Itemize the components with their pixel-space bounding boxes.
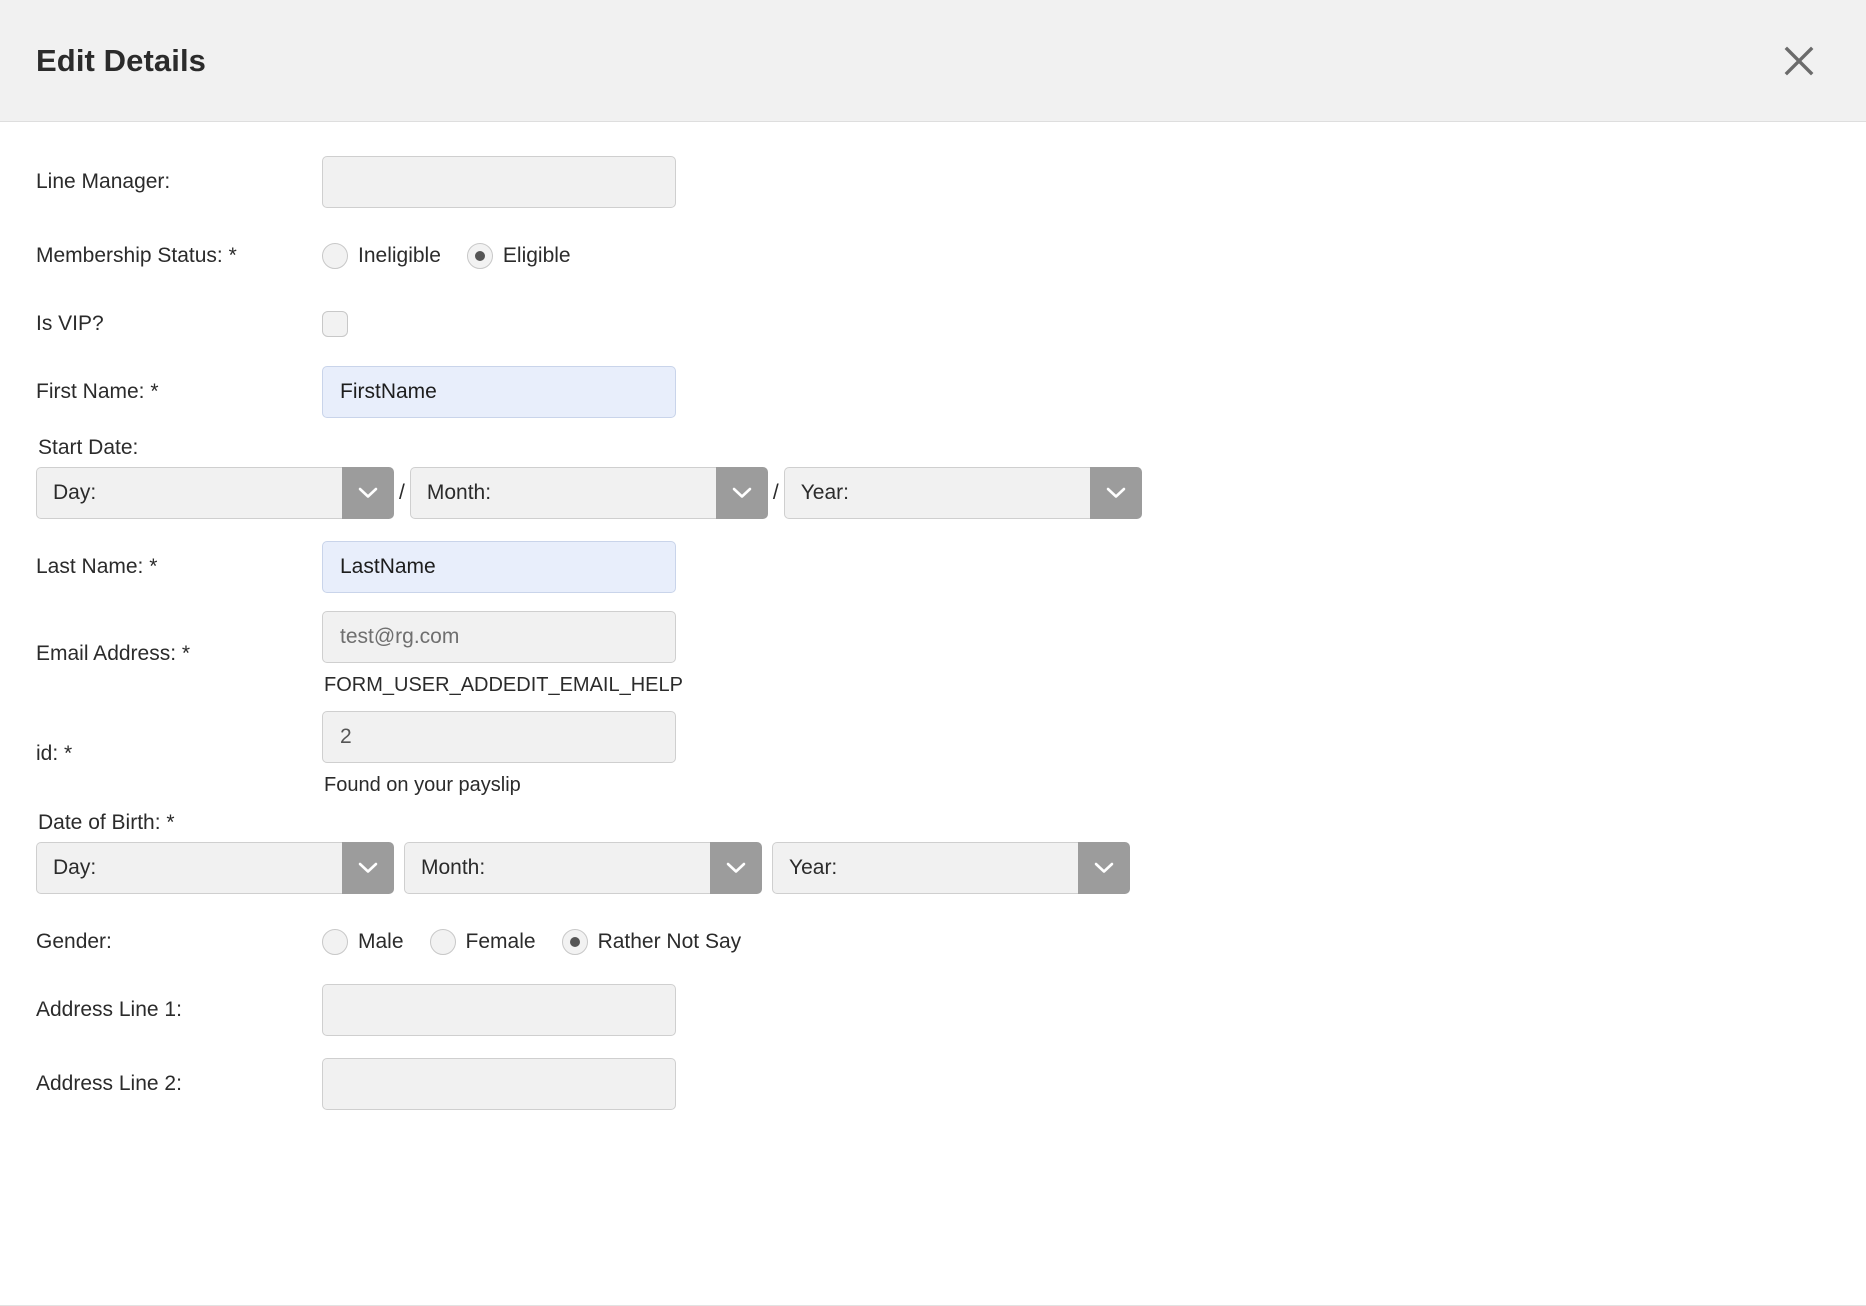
start-date-separator-1: / xyxy=(399,481,405,504)
start-date-label: Start Date: xyxy=(38,436,139,459)
start-date-selects: Day: / Month: / Year: xyxy=(36,467,1830,519)
chevron-down-icon[interactable] xyxy=(715,467,768,519)
radio-label-male: Male xyxy=(358,930,404,953)
field-row-last-name: Last Name: * xyxy=(36,537,1830,597)
radio-option-eligible[interactable]: Eligible xyxy=(466,243,571,269)
chevron-down-icon[interactable] xyxy=(342,467,394,519)
radio-icon-female[interactable] xyxy=(429,929,456,955)
start-date-separator-2: / xyxy=(772,481,779,504)
start-date-month-select[interactable]: Month: xyxy=(409,467,768,519)
field-row-email: Email Address: * FORM_USER_ADDEDIT_EMAIL… xyxy=(36,611,1830,697)
last-name-label: Last Name: * xyxy=(36,555,158,579)
close-icon[interactable] xyxy=(1772,34,1826,88)
first-name-label: First Name: * xyxy=(36,380,159,404)
date-of-birth-label: Date of Birth: * xyxy=(38,811,175,834)
field-row-gender: Gender: Male Female Rather Not Say xyxy=(36,912,1830,972)
field-row-is-vip: Is VIP? xyxy=(36,294,1830,354)
edit-details-dialog: Edit Details Line Manager: Membership St… xyxy=(0,0,1866,1306)
id-help-text: Found on your payslip xyxy=(324,774,521,796)
date-of-birth-month-select[interactable]: Month: xyxy=(404,842,762,894)
dialog-title: Edit Details xyxy=(36,42,207,78)
radio-icon-eligible[interactable] xyxy=(466,243,493,269)
radio-option-male[interactable]: Male xyxy=(322,929,404,955)
radio-option-female[interactable]: Female xyxy=(429,929,536,955)
membership-status-label: Membership Status: * xyxy=(36,244,237,268)
email-help-text: FORM_USER_ADDEDIT_EMAIL_HELP xyxy=(324,674,683,696)
radio-icon-ineligible[interactable] xyxy=(322,243,348,269)
address-line-2-input[interactable] xyxy=(322,1058,676,1110)
date-of-birth-day-value[interactable]: Day: xyxy=(36,842,342,894)
radio-icon-rather-not-say[interactable] xyxy=(561,929,588,955)
field-row-first-name: First Name: * xyxy=(36,362,1830,422)
radio-label-female: Female xyxy=(465,930,536,953)
radio-label-ineligible: Ineligible xyxy=(358,244,441,267)
start-date-year-select[interactable]: Year: xyxy=(783,467,1142,519)
start-date-day-value[interactable]: Day: xyxy=(36,467,342,519)
field-row-address-line-2: Address Line 2: xyxy=(36,1054,1830,1114)
field-row-date-of-birth: Date of Birth: * Day: Month: Year: xyxy=(36,811,1830,894)
date-of-birth-month-value[interactable]: Month: xyxy=(404,842,710,894)
address-line-1-input[interactable] xyxy=(322,984,676,1036)
radio-option-ineligible[interactable]: Ineligible xyxy=(322,243,441,269)
address-line-1-label: Address Line 1: xyxy=(36,998,182,1022)
chevron-down-icon[interactable] xyxy=(1089,467,1142,519)
last-name-input[interactable] xyxy=(322,541,676,593)
field-row-start-date: Start Date: Day: / Month: / Year: xyxy=(36,436,1830,519)
field-row-membership-status: Membership Status: * Ineligible Eligible xyxy=(36,226,1830,286)
start-date-month-value[interactable]: Month: xyxy=(409,467,716,519)
field-row-address-line-1: Address Line 1: xyxy=(36,980,1830,1040)
line-manager-label: Line Manager: xyxy=(36,170,171,194)
date-of-birth-year-value[interactable]: Year: xyxy=(772,842,1078,894)
dialog-header: Edit Details xyxy=(0,0,1866,122)
radio-option-rather-not-say[interactable]: Rather Not Say xyxy=(561,929,742,955)
gender-radio-group: Male Female Rather Not Say xyxy=(322,929,755,955)
radio-label-eligible: Eligible xyxy=(502,244,571,267)
field-row-id: id: * Found on your payslip xyxy=(36,711,1830,797)
radio-label-rather-not-say: Rather Not Say xyxy=(597,930,742,953)
id-label: id: * xyxy=(36,742,73,766)
chevron-down-icon[interactable] xyxy=(342,842,394,894)
start-date-day-select[interactable]: Day: xyxy=(36,467,394,519)
chevron-down-icon[interactable] xyxy=(710,842,762,894)
radio-icon-male[interactable] xyxy=(322,929,348,955)
address-line-2-label: Address Line 2: xyxy=(36,1072,182,1096)
membership-status-radio-group: Ineligible Eligible xyxy=(322,243,585,269)
email-input[interactable] xyxy=(322,611,676,663)
first-name-input[interactable] xyxy=(322,366,676,418)
date-of-birth-day-select[interactable]: Day: xyxy=(36,842,394,894)
id-input[interactable] xyxy=(322,711,676,763)
is-vip-label: Is VIP? xyxy=(36,312,104,336)
dialog-body: Line Manager: Membership Status: * Ineli… xyxy=(0,122,1866,1306)
date-of-birth-year-select[interactable]: Year: xyxy=(772,842,1130,894)
field-row-line-manager: Line Manager: xyxy=(36,152,1830,212)
email-label: Email Address: * xyxy=(36,642,191,666)
gender-label: Gender: xyxy=(36,930,112,954)
chevron-down-icon[interactable] xyxy=(1078,842,1130,894)
date-of-birth-selects: Day: Month: Year: xyxy=(36,842,1830,894)
start-date-year-value[interactable]: Year: xyxy=(783,467,1090,519)
is-vip-checkbox[interactable] xyxy=(322,311,348,337)
line-manager-input[interactable] xyxy=(322,156,676,208)
